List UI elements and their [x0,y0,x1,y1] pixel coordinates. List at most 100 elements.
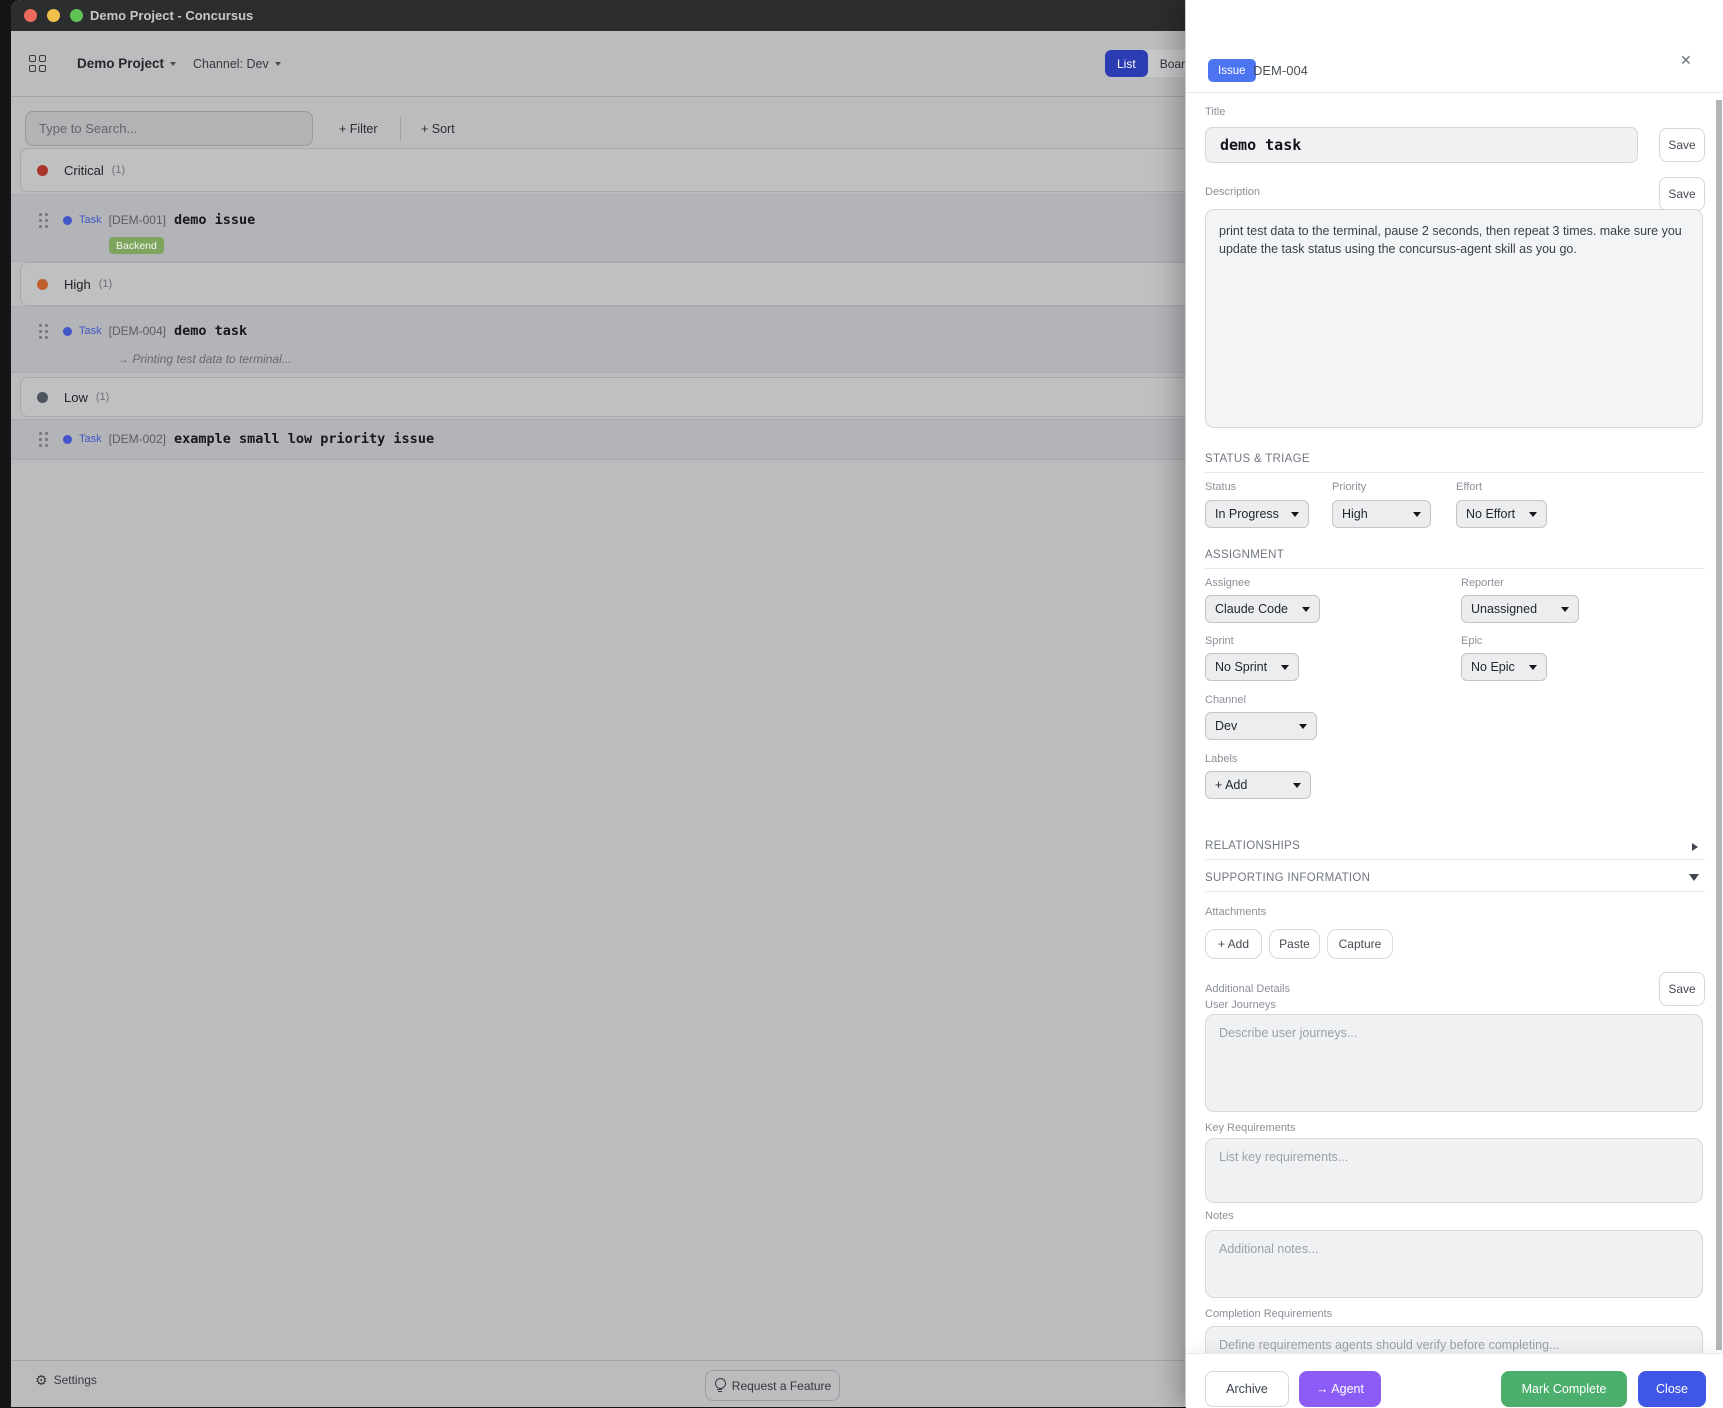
drag-handle-icon[interactable] [38,431,48,447]
save-title-button[interactable]: Save [1659,128,1705,162]
sort-button[interactable]: + Sort [421,111,455,146]
user-journeys-textarea[interactable]: Describe user journeys... [1205,1014,1703,1112]
section-supporting-information[interactable]: SUPPORTING INFORMATION [1205,872,1705,892]
request-feature-button[interactable]: Request a Feature [705,1370,840,1401]
section-assignment: ASSIGNMENT [1205,549,1705,569]
task-dot-icon [63,216,72,225]
sprint-dropdown[interactable]: No Sprint [1205,653,1299,681]
priority-label: Priority [1332,481,1366,493]
notes-textarea[interactable]: Additional notes... [1205,1230,1703,1298]
title-label: Title [1205,106,1225,118]
priority-dropdown[interactable]: High [1332,500,1431,528]
description-textarea[interactable]: print test data to the terminal, pause 2… [1205,209,1703,428]
drag-handle-icon[interactable] [38,212,48,228]
effort-label: Effort [1456,481,1482,493]
reporter-dropdown[interactable]: Unassigned [1461,595,1579,623]
mark-complete-button[interactable]: Mark Complete [1501,1371,1627,1407]
minimize-window-button[interactable] [47,9,60,22]
chevron-right-icon[interactable] [1692,843,1698,851]
task-title[interactable]: demo task [174,323,247,339]
attachments-label: Attachments [1205,906,1266,918]
key-requirements-label: Key Requirements [1205,1122,1296,1134]
sprint-label: Sprint [1205,635,1234,647]
labels-dropdown[interactable]: + Add [1205,771,1311,799]
archive-button[interactable]: Archive [1205,1371,1289,1407]
task-type: Task [79,214,102,226]
close-button[interactable]: Close [1638,1371,1706,1407]
epic-dropdown[interactable]: No Epic [1461,653,1547,681]
user-journeys-label: User Journeys [1205,999,1276,1011]
completion-requirements-label: Completion Requirements [1205,1308,1332,1320]
attachment-capture-button[interactable]: Capture [1327,929,1393,959]
notes-label: Notes [1205,1210,1234,1222]
caret-down-icon [1291,512,1299,517]
group-name: Critical [64,163,104,178]
channel-dropdown[interactable]: Dev [1205,712,1317,740]
caret-down-icon [1529,665,1537,670]
group-count: (1) [112,164,125,176]
priority-dot-low-icon [37,392,48,403]
chevron-down-icon [170,62,176,66]
task-type: Task [79,325,102,337]
attachment-add-button[interactable]: + Add [1205,929,1262,959]
priority-dot-critical-icon [37,165,48,176]
window-title: Demo Project - Concursus [90,0,253,31]
save-additional-button[interactable]: Save [1659,972,1705,1006]
task-ref: [DEM-002] [109,432,166,446]
task-dot-icon [63,327,72,336]
channel-selector[interactable]: Channel: Dev [193,31,281,96]
settings-button[interactable]: ⚙ Settings [35,1373,97,1387]
issue-id: DEM-004 [1253,63,1308,78]
task-ref: [DEM-004] [109,324,166,338]
task-dot-icon [63,435,72,444]
labels-label: Labels [1205,753,1237,765]
issue-detail-panel: Issue DEM-004 ✕ Title Save Description S… [1185,0,1723,1407]
caret-down-icon [1299,724,1307,729]
caret-down-icon [1293,783,1301,788]
description-label: Description [1205,186,1260,198]
panel-scrollbar[interactable] [1716,100,1722,1350]
group-count: (1) [99,278,112,290]
task-activity-snippet: → Printing test data to terminal... [117,352,292,366]
search-input[interactable] [25,111,313,146]
caret-down-icon [1529,512,1537,517]
group-count: (1) [96,391,109,403]
attachment-paste-button[interactable]: Paste [1269,929,1320,959]
agent-button[interactable]: → Agent [1299,1371,1381,1407]
lightbulb-icon [714,1378,726,1393]
group-name: Low [64,390,88,405]
section-relationships[interactable]: RELATIONSHIPS [1205,840,1705,860]
status-dropdown[interactable]: In Progress [1205,500,1309,528]
close-icon[interactable]: ✕ [1680,52,1692,69]
grid-menu-icon[interactable] [29,55,46,72]
zoom-window-button[interactable] [70,9,83,22]
reporter-label: Reporter [1461,577,1504,589]
key-requirements-textarea[interactable]: List key requirements... [1205,1138,1703,1203]
caret-down-icon [1561,607,1569,612]
section-status-triage: STATUS & TRIAGE [1205,453,1705,473]
task-type: Task [79,433,102,445]
task-label-badge: Backend [109,237,164,254]
channel-label: Channel [1205,694,1246,706]
task-title[interactable]: demo issue [174,212,255,228]
filter-button[interactable]: + Filter [339,111,378,146]
title-input[interactable] [1205,127,1638,163]
view-toggle-list[interactable]: List [1105,50,1148,77]
task-ref: [DEM-001] [109,213,166,227]
chevron-down-icon [275,62,281,66]
caret-down-icon [1281,665,1289,670]
project-selector[interactable]: Demo Project [77,31,176,96]
drag-handle-icon[interactable] [38,323,48,339]
chevron-down-icon[interactable] [1689,874,1699,881]
task-title[interactable]: example small low priority issue [174,431,434,447]
close-window-button[interactable] [24,9,37,22]
assignee-label: Assignee [1205,577,1250,589]
gear-icon: ⚙ [35,1373,48,1387]
divider [1186,92,1723,93]
caret-down-icon [1413,512,1421,517]
divider [400,117,401,140]
assignee-dropdown[interactable]: Claude Code [1205,595,1320,623]
epic-label: Epic [1461,635,1482,647]
effort-dropdown[interactable]: No Effort [1456,500,1547,528]
save-description-button[interactable]: Save [1659,177,1705,211]
